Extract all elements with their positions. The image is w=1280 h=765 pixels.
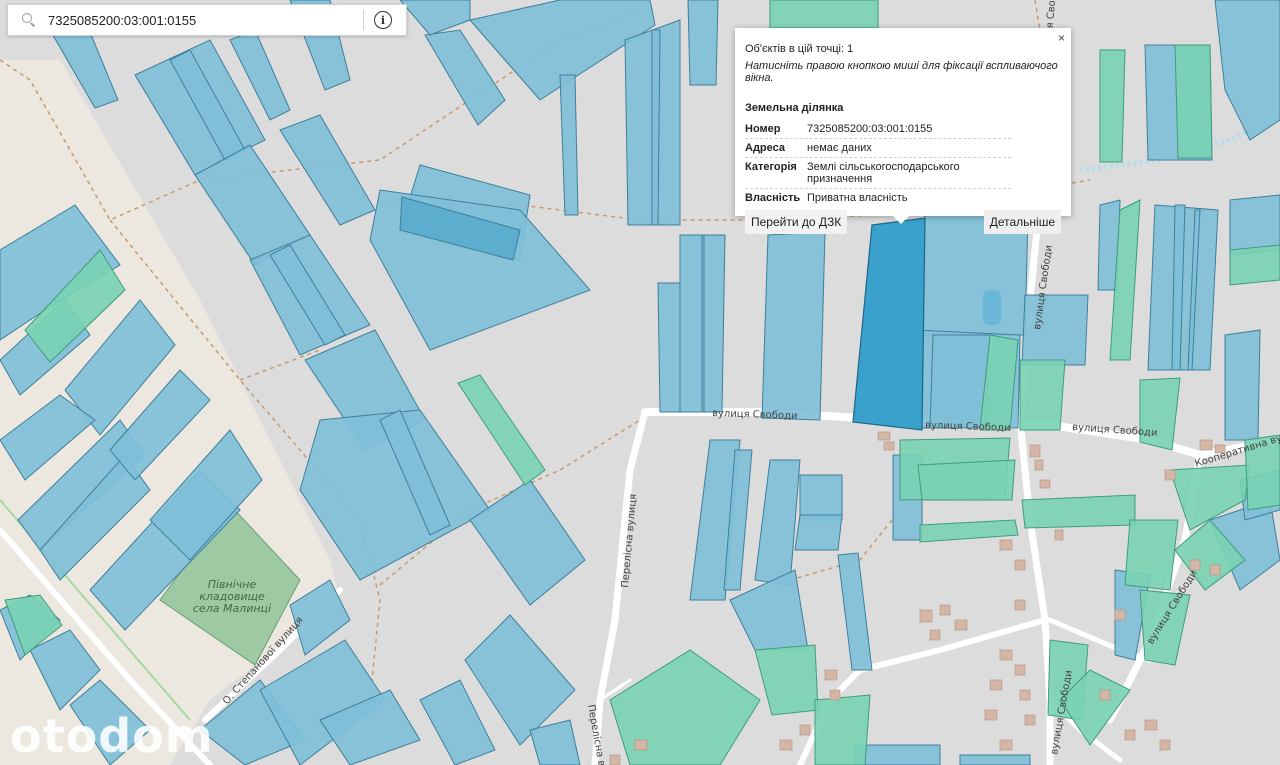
otodom-watermark: otodom [10, 709, 214, 763]
attr-value: Землі сільськогосподарського призначення [807, 161, 960, 185]
attr-value: Приватна власність [807, 192, 908, 204]
search-icon[interactable] [20, 11, 38, 29]
attr-row-category: Категорія Землі сільськогосподарського п… [745, 158, 1011, 189]
attr-value: 7325085200:03:001:0155 [807, 123, 933, 135]
objects-count-text: Об'єктів в цій точці: 1 [745, 43, 854, 55]
attr-key: Адреса [745, 142, 785, 154]
pond [983, 290, 1001, 325]
attr-value: немає даних [807, 142, 872, 154]
svg-text:села Малинці: села Малинці [193, 602, 271, 615]
attr-key: Власність [745, 192, 801, 204]
search-bar: i [7, 4, 407, 36]
search-input[interactable] [46, 4, 363, 36]
info-icon[interactable]: i [374, 11, 392, 29]
attr-row-number: Номер 7325085200:03:001:0155 [745, 120, 1011, 139]
attr-key: Категорія [745, 161, 797, 173]
goto-dzk-button[interactable]: Перейти до ДЗК [745, 210, 848, 234]
attr-key: Номер [745, 123, 781, 135]
popup-section-title: Земельна ділянка [745, 102, 844, 114]
popup-hint-text: Натисніть правою кнопкою миші для фіксац… [745, 60, 1058, 84]
search-divider [363, 10, 364, 30]
attr-row-address: Адреса немає даних [745, 139, 1011, 158]
cadastral-map[interactable]: вулиця Свободи вулиця Свободи вулиця Сво… [0, 0, 1280, 765]
parcel-info-popup: × Об'єктів в цій точці: 1 Натисніть прав… [735, 28, 1071, 234]
close-icon[interactable]: × [1058, 31, 1065, 45]
details-button[interactable]: Детальніше [983, 210, 1061, 234]
attr-row-ownership: Власність Приватна власність [745, 189, 1011, 207]
popup-actions: Перейти до ДЗК Детальніше [745, 210, 1061, 234]
